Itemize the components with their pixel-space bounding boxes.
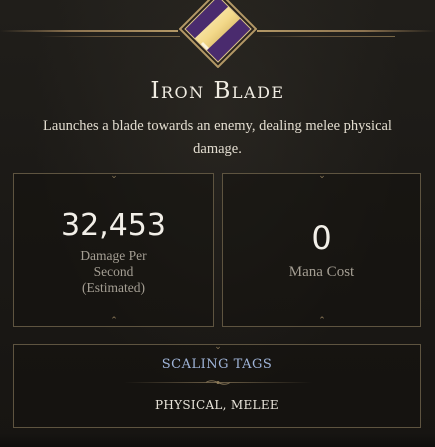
- divider-ornament-icon: [205, 380, 231, 385]
- header-ornament-right: [257, 30, 435, 32]
- mana-cost-label: Mana Cost: [288, 264, 355, 280]
- header-ornament-right-thin: [255, 36, 395, 37]
- header-ornament-left: [0, 30, 178, 32]
- dps-label: Damage Per Second (Estimated): [14, 248, 213, 296]
- mana-cost-value: 0: [311, 219, 332, 257]
- mana-cost-panel: ⌄ 0 Mana Cost ⌃: [222, 171, 421, 327]
- sword-blade-icon: [179, 0, 257, 68]
- bottom-shade: [0, 433, 435, 447]
- scaling-tags-value: PHYSICAL, MELEE: [155, 398, 279, 412]
- skill-description: Launches a blade towards an enemy, deali…: [43, 118, 392, 157]
- dps-label-line1: Damage Per: [80, 248, 147, 263]
- skill-tooltip: Iron Blade Launches a blade towards an e…: [0, 0, 435, 447]
- scaling-tags-panel: ⌄ SCALING TAGS PHYSICAL, MELEE: [13, 342, 421, 428]
- panel-top-notch: ⌄: [318, 171, 326, 181]
- panel-bottom-notch: ⌃: [110, 316, 118, 326]
- dps-label-line2: Second: [93, 264, 134, 279]
- panel-top-notch: ⌄: [214, 342, 222, 352]
- scaling-tags-title: SCALING TAGS: [161, 357, 273, 372]
- skill-name: Iron Blade: [150, 78, 285, 104]
- panel-top-notch: ⌄: [110, 171, 118, 181]
- dps-label-line3: (Estimated): [82, 280, 145, 295]
- dps-value: 32,453: [61, 208, 166, 243]
- panel-bottom-notch: ⌃: [318, 316, 326, 326]
- damage-per-second-panel: ⌄ 32,453 Damage Per Second (Estimated) ⌃: [13, 171, 214, 327]
- header-ornament-left-thin: [40, 36, 180, 37]
